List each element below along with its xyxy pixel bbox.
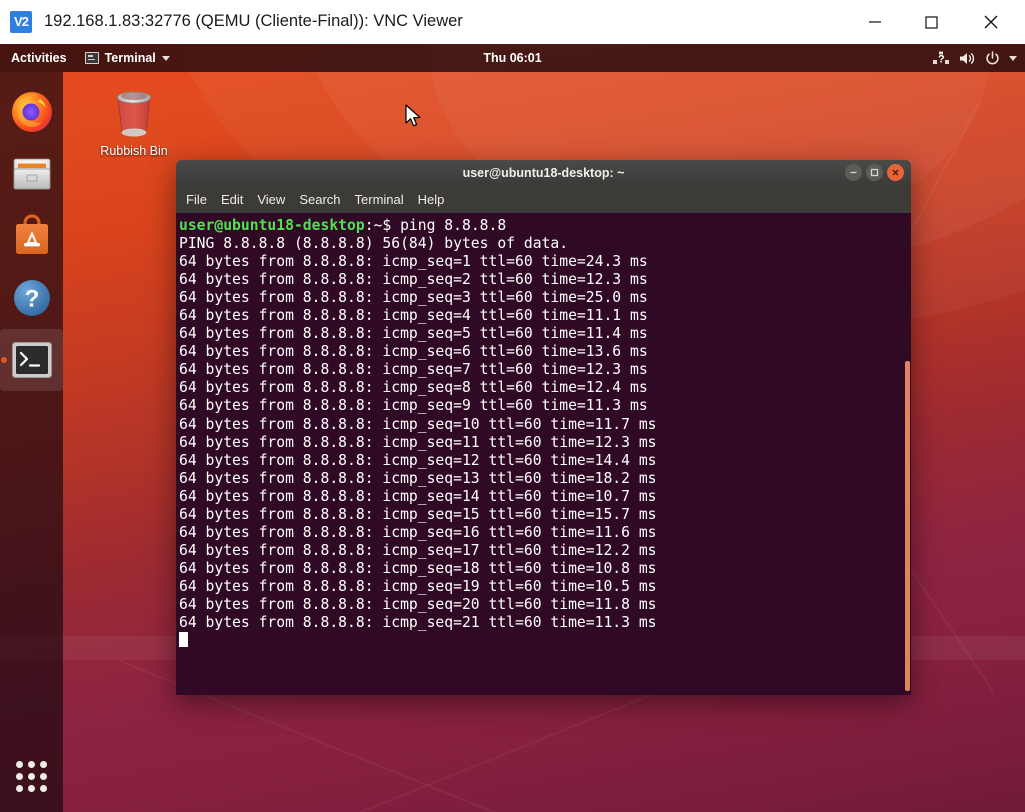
terminal-window-title: user@ubuntu18-desktop: ~ [463, 166, 625, 180]
terminal-ping-reply: 64 bytes from 8.8.8.8: icmp_seq=16 ttl=6… [179, 524, 911, 542]
terminal-ping-reply: 64 bytes from 8.8.8.8: icmp_seq=6 ttl=60… [179, 343, 911, 361]
terminal-scrollbar[interactable] [904, 213, 911, 695]
dock: ? [0, 72, 63, 812]
terminal-menubar: File Edit View Search Terminal Help [176, 185, 911, 213]
terminal-minimize-button[interactable] [845, 164, 862, 181]
power-icon[interactable] [985, 51, 1000, 66]
app-menu-terminal[interactable]: Terminal [77, 44, 178, 72]
terminal-icon [11, 341, 53, 379]
menu-edit[interactable]: Edit [221, 192, 243, 207]
menu-file[interactable]: File [186, 192, 207, 207]
terminal-ping-reply: 64 bytes from 8.8.8.8: icmp_seq=21 ttl=6… [179, 614, 911, 632]
svg-text:?: ? [938, 54, 945, 66]
desktop-icon-label: Rubbish Bin [100, 144, 167, 158]
terminal-ping-reply: 64 bytes from 8.8.8.8: icmp_seq=14 ttl=6… [179, 488, 911, 506]
terminal-ping-reply: 64 bytes from 8.8.8.8: icmp_seq=3 ttl=60… [179, 289, 911, 307]
minimize-icon [848, 167, 859, 178]
menu-view[interactable]: View [257, 192, 285, 207]
activities-button[interactable]: Activities [0, 44, 77, 72]
help-icon: ? [11, 277, 53, 319]
terminal-ping-reply: 64 bytes from 8.8.8.8: icmp_seq=13 ttl=6… [179, 470, 911, 488]
terminal-ping-reply: 64 bytes from 8.8.8.8: icmp_seq=11 ttl=6… [179, 434, 911, 452]
svg-text:?: ? [24, 286, 39, 313]
dock-item-terminal[interactable] [0, 329, 63, 391]
terminal-close-button[interactable] [887, 164, 904, 181]
terminal-ping-reply: 64 bytes from 8.8.8.8: icmp_seq=9 ttl=60… [179, 397, 911, 415]
vnc-remote-desktop[interactable]: Rubbish Bin user@ubuntu18-desktop: ~ [0, 44, 1025, 812]
close-icon [890, 167, 901, 178]
terminal-output-area[interactable]: user@ubuntu18-desktop:~$ ping 8.8.8.8PIN… [176, 213, 911, 695]
terminal-ping-reply: 64 bytes from 8.8.8.8: icmp_seq=20 ttl=6… [179, 596, 911, 614]
ubuntu-software-icon [11, 214, 53, 258]
app-menu-label: Terminal [105, 51, 156, 65]
activities-label: Activities [11, 51, 67, 65]
chevron-down-icon [162, 56, 170, 61]
terminal-ping-reply: 64 bytes from 8.8.8.8: icmp_seq=17 ttl=6… [179, 542, 911, 560]
terminal-scrollbar-thumb[interactable] [905, 361, 910, 691]
maximize-icon [869, 167, 880, 178]
gnome-top-bar: Activities Terminal Thu 06:01 ? [0, 44, 1025, 72]
terminal-ping-reply: 64 bytes from 8.8.8.8: icmp_seq=10 ttl=6… [179, 416, 911, 434]
terminal-ping-reply: 64 bytes from 8.8.8.8: icmp_seq=5 ttl=60… [179, 325, 911, 343]
terminal-ping-reply: 64 bytes from 8.8.8.8: icmp_seq=7 ttl=60… [179, 361, 911, 379]
terminal-ping-reply: 64 bytes from 8.8.8.8: icmp_seq=2 ttl=60… [179, 271, 911, 289]
minimize-icon [865, 12, 885, 32]
menu-search[interactable]: Search [299, 192, 340, 207]
show-applications-button[interactable] [0, 750, 63, 802]
chevron-down-icon[interactable] [1009, 56, 1017, 61]
maximize-icon [921, 12, 941, 32]
files-icon [10, 153, 54, 195]
network-icon[interactable]: ? [933, 51, 950, 65]
vnc-app-icon: V2 [10, 11, 32, 33]
vnc-titlebar: V2 192.168.1.83:32776 (QEMU (Cliente-Fin… [0, 0, 1025, 43]
terminal-ping-reply: 64 bytes from 8.8.8.8: icmp_seq=12 ttl=6… [179, 452, 911, 470]
volume-icon[interactable] [959, 51, 976, 66]
terminal-maximize-button[interactable] [866, 164, 883, 181]
apps-grid-icon [16, 761, 47, 792]
menu-terminal[interactable]: Terminal [355, 192, 404, 207]
dock-item-ubuntu-software[interactable] [0, 205, 63, 267]
terminal-ping-header: PING 8.8.8.8 (8.8.8.8) 56(84) bytes of d… [179, 235, 911, 253]
terminal-ping-reply: 64 bytes from 8.8.8.8: icmp_seq=15 ttl=6… [179, 506, 911, 524]
terminal-prompt-line: user@ubuntu18-desktop:~$ ping 8.8.8.8 [179, 217, 911, 235]
vnc-maximize-button[interactable] [903, 0, 958, 43]
firefox-icon [10, 90, 54, 134]
terminal-icon [85, 52, 99, 64]
terminal-cursor-line [179, 632, 911, 650]
vnc-minimize-button[interactable] [847, 0, 902, 43]
terminal-ping-reply: 64 bytes from 8.8.8.8: icmp_seq=1 ttl=60… [179, 253, 911, 271]
close-icon [980, 11, 1002, 33]
terminal-ping-reply: 64 bytes from 8.8.8.8: icmp_seq=8 ttl=60… [179, 379, 911, 397]
terminal-window-controls [845, 164, 904, 181]
dock-item-firefox[interactable] [0, 81, 63, 143]
terminal-ping-reply: 64 bytes from 8.8.8.8: icmp_seq=18 ttl=6… [179, 560, 911, 578]
terminal-ping-reply: 64 bytes from 8.8.8.8: icmp_seq=4 ttl=60… [179, 307, 911, 325]
terminal-window[interactable]: user@ubuntu18-desktop: ~ [176, 160, 911, 695]
trash-bin-icon [108, 84, 160, 140]
vnc-close-button[interactable] [963, 0, 1018, 43]
dock-item-help[interactable]: ? [0, 267, 63, 329]
vnc-window-title: 192.168.1.83:32776 (QEMU (Cliente-Final)… [44, 12, 463, 31]
dock-item-files[interactable] [0, 143, 63, 205]
terminal-cursor [179, 632, 188, 647]
terminal-titlebar[interactable]: user@ubuntu18-desktop: ~ [176, 160, 911, 185]
terminal-text: user@ubuntu18-desktop:~$ ping 8.8.8.8PIN… [179, 217, 911, 650]
vnc-viewer-window: V2 192.168.1.83:32776 (QEMU (Cliente-Fin… [0, 0, 1025, 812]
menu-help[interactable]: Help [418, 192, 445, 207]
terminal-ping-reply: 64 bytes from 8.8.8.8: icmp_seq=19 ttl=6… [179, 578, 911, 596]
desktop-icon-rubbish-bin[interactable]: Rubbish Bin [86, 84, 182, 158]
system-status-area[interactable]: ? [933, 44, 1017, 72]
